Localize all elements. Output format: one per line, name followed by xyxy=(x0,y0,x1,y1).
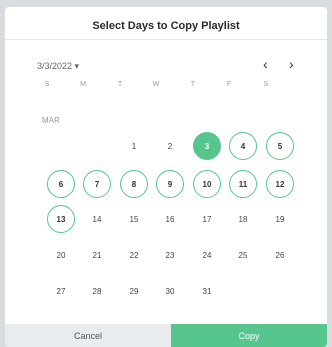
cancel-button[interactable]: Cancel xyxy=(5,324,171,347)
calendar-day-15[interactable]: 15 xyxy=(120,205,148,233)
calendar-day-17[interactable]: 17 xyxy=(193,205,221,233)
calendar-day-1[interactable]: 1 xyxy=(120,132,148,160)
calendar-day-22[interactable]: 22 xyxy=(120,241,148,269)
calendar-day-4[interactable]: 4 xyxy=(229,132,257,160)
day-grid: 1 2 3 4 5 6 7 8 9 10 11 12 13 14 15 16 17 18 19 20 21 22 23 24 2… xyxy=(5,7,327,347)
calendar-day-3[interactable]: 3 xyxy=(193,132,221,160)
calendar-day-28[interactable]: 28 xyxy=(83,277,111,305)
dialog-footer: Cancel Copy xyxy=(5,324,327,347)
calendar-day-16[interactable]: 16 xyxy=(156,205,184,233)
copy-playlist-dialog: Select Days to Copy Playlist 3/3/2022 ▾ … xyxy=(5,7,327,347)
calendar-day-14[interactable]: 14 xyxy=(83,205,111,233)
calendar-day-27[interactable]: 27 xyxy=(47,277,75,305)
calendar-day-25[interactable]: 25 xyxy=(229,241,257,269)
calendar-day-2[interactable]: 2 xyxy=(156,132,184,160)
calendar-day-23[interactable]: 23 xyxy=(156,241,184,269)
calendar-day-29[interactable]: 29 xyxy=(120,277,148,305)
calendar-day-18[interactable]: 18 xyxy=(229,205,257,233)
calendar-day-24[interactable]: 24 xyxy=(193,241,221,269)
calendar-day-8[interactable]: 8 xyxy=(120,170,148,198)
calendar-day-13[interactable]: 13 xyxy=(47,205,75,233)
calendar-day-10[interactable]: 10 xyxy=(193,170,221,198)
copy-button[interactable]: Copy xyxy=(171,324,327,347)
calendar-day-12[interactable]: 12 xyxy=(266,170,294,198)
calendar-day-5[interactable]: 5 xyxy=(266,132,294,160)
calendar-day-11[interactable]: 11 xyxy=(229,170,257,198)
calendar-day-6[interactable]: 6 xyxy=(47,170,75,198)
calendar-day-30[interactable]: 30 xyxy=(156,277,184,305)
calendar-day-31[interactable]: 31 xyxy=(193,277,221,305)
calendar-day-26[interactable]: 26 xyxy=(266,241,294,269)
calendar-day-21[interactable]: 21 xyxy=(83,241,111,269)
calendar-day-9[interactable]: 9 xyxy=(156,170,184,198)
calendar-day-19[interactable]: 19 xyxy=(266,205,294,233)
calendar-day-20[interactable]: 20 xyxy=(47,241,75,269)
calendar-day-7[interactable]: 7 xyxy=(83,170,111,198)
